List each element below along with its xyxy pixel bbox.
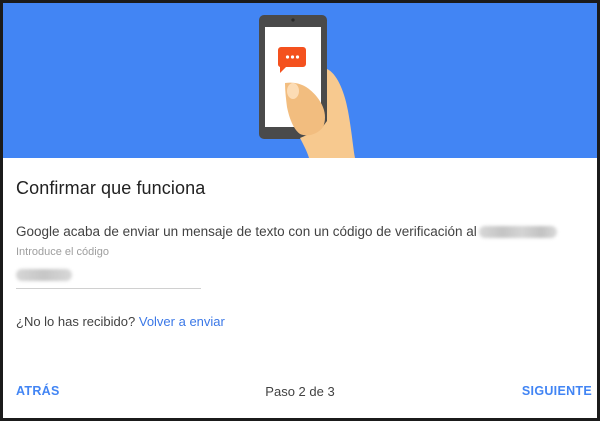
- redacted-code-value: [16, 269, 72, 281]
- step-indicator: Paso 2 de 3: [265, 384, 335, 399]
- dialog-title: Confirmar que funciona: [16, 178, 206, 198]
- resend-row: ¿No lo has recibido? Volver a enviar: [16, 314, 225, 329]
- hand-holding-phone-illustration: [259, 15, 355, 158]
- description-text: Google acaba de enviar un mensaje de tex…: [16, 224, 477, 239]
- redacted-phone-number: [478, 226, 557, 239]
- code-field-label: Introduce el código: [16, 246, 109, 258]
- verification-description: Google acaba de enviar un mensaje de tex…: [16, 224, 557, 239]
- resend-question: ¿No lo has recibido?: [16, 314, 136, 329]
- hero-banner: [3, 3, 597, 158]
- verification-dialog: Confirmar que funciona Google acaba de e…: [0, 0, 600, 421]
- resend-link[interactable]: Volver a enviar: [139, 314, 225, 329]
- next-button[interactable]: SIGUIENTE: [522, 384, 592, 398]
